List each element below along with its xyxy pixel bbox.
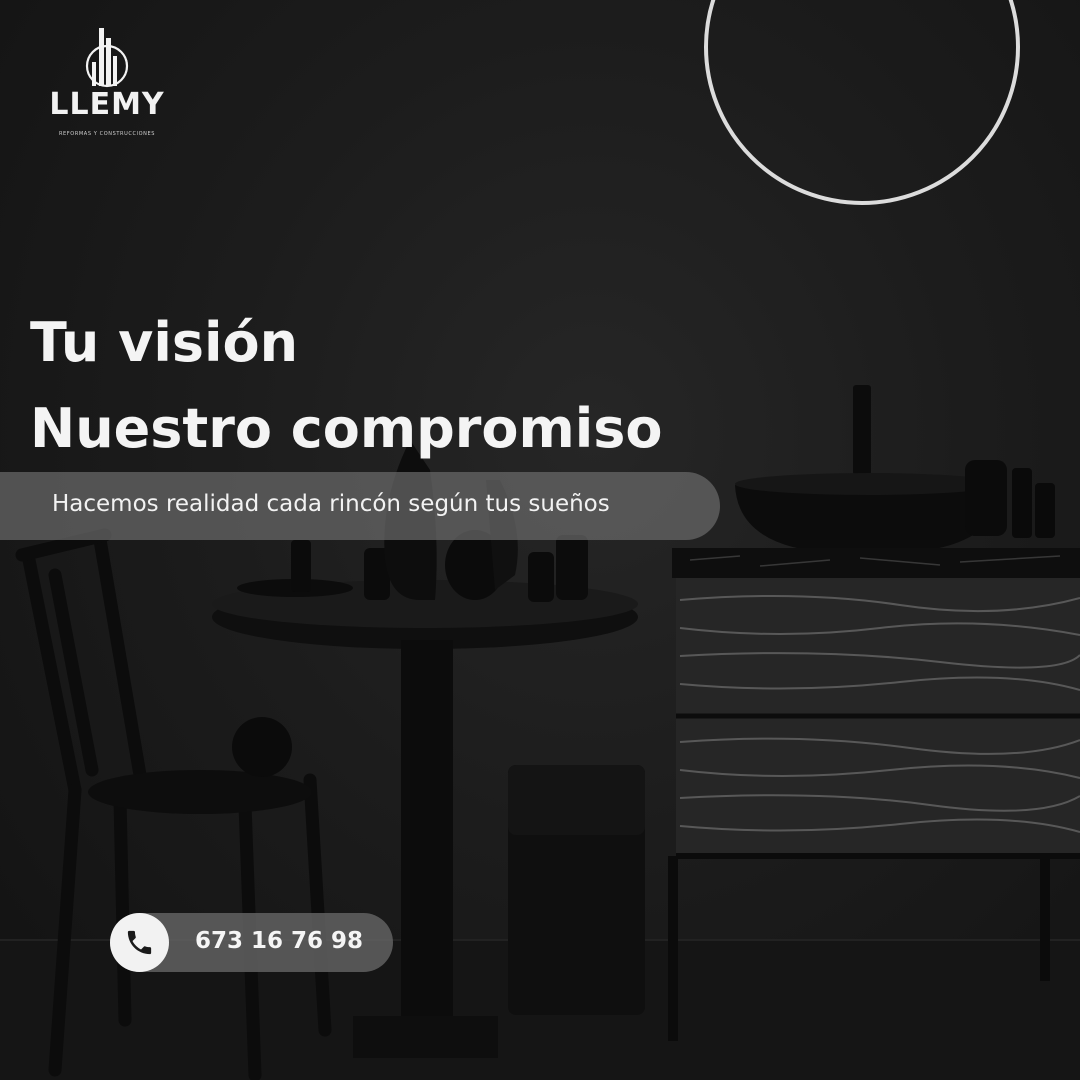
phone-icon [127,930,152,955]
phone-contact-pill[interactable]: 673 16 76 98 [110,913,393,972]
headline-line-1: Tu visión [30,311,299,374]
brand-name: LLEMY [49,87,165,122]
subtitle-banner: Hacemos realidad cada rincón según tus s… [0,472,720,540]
phone-number: 673 16 76 98 [195,928,364,954]
brand-tagline: REFORMAS Y CONSTRUCCIONES [58,131,156,137]
headline: Tu visión Nuestro compromiso [30,300,663,472]
building-logo-icon [85,28,129,88]
headline-line-2: Nuestro compromiso [30,397,663,460]
subtitle-text: Hacemos realidad cada rincón según tus s… [52,491,610,517]
phone-icon-badge [110,913,169,972]
ad-canvas: LLEMY REFORMAS Y CONSTRUCCIONES Tu visió… [0,0,1080,1080]
